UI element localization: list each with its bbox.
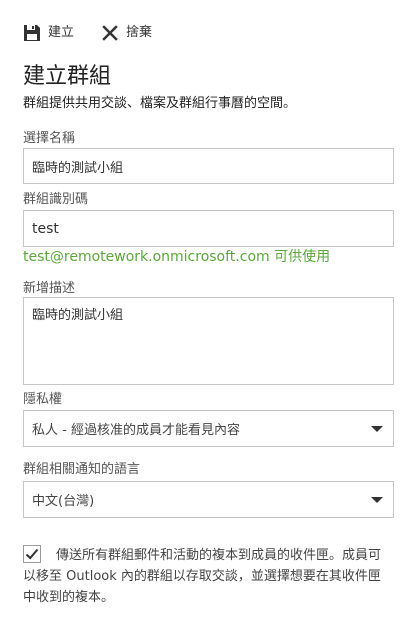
description-textarea[interactable]: 臨時的測試小組 <box>23 297 394 385</box>
privacy-label: 隱私權 <box>23 392 63 407</box>
save-icon <box>23 24 41 42</box>
group-name-label: 選擇名稱 <box>23 131 76 146</box>
privacy-selected-value: 私人 - 經過核准的成員才能看見內容 <box>32 423 240 438</box>
group-id-input[interactable]: test <box>23 210 394 247</box>
group-id-label: 群組識別碼 <box>23 192 89 207</box>
subscribe-checkbox[interactable] <box>23 545 41 563</box>
privacy-select[interactable]: 私人 - 經過核准的成員才能看見內容 <box>23 410 394 447</box>
discard-button[interactable]: 捨棄 <box>101 22 152 44</box>
page-title: 建立群組 <box>23 64 112 89</box>
language-select[interactable]: 中文(台灣) <box>23 481 394 518</box>
checkmark-icon <box>25 548 39 560</box>
close-icon <box>101 24 119 42</box>
create-button-label: 建立 <box>48 25 75 40</box>
subscribe-description: 傳送所有群組郵件和活動的複本到成員的收件匣。成員可以移至 Outlook 內的群… <box>23 548 382 605</box>
group-name-input[interactable]: 臨時的測試小組 <box>23 148 394 184</box>
discard-button-label: 捨棄 <box>126 25 153 40</box>
group-id-availability: test@remotework.onmicrosoft.com 可供使用 <box>23 249 331 265</box>
page-subtitle: 群組提供共用交談、檔案及群組行事曆的空間。 <box>23 96 297 111</box>
group-id-value: test <box>32 220 59 237</box>
description-value: 臨時的測試小組 <box>32 308 124 323</box>
chevron-down-icon <box>371 426 383 432</box>
language-label: 群組相關通知的語言 <box>23 462 141 477</box>
language-selected-value: 中文(台灣) <box>32 494 95 509</box>
group-name-value: 臨時的測試小組 <box>32 160 124 176</box>
description-label: 新增描述 <box>23 281 76 296</box>
chevron-down-icon <box>371 497 383 503</box>
create-button[interactable]: 建立 <box>23 22 74 44</box>
